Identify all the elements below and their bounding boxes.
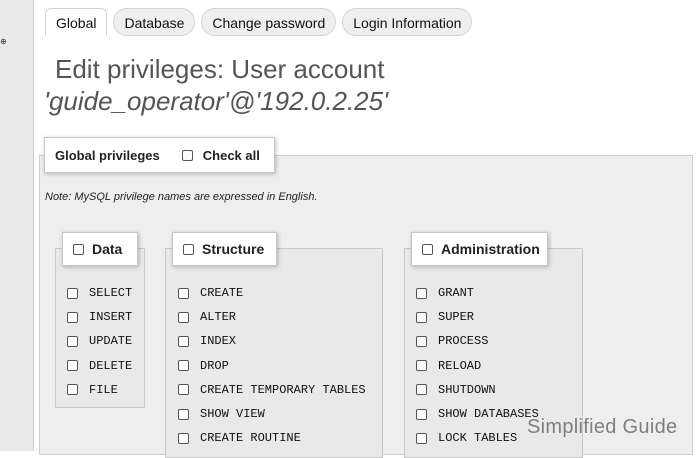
structure-group-checkbox[interactable]: [183, 243, 194, 255]
privilege-label: SHOW VIEW: [200, 407, 265, 422]
privilege-item[interactable]: DROP: [178, 354, 366, 378]
privilege-checkbox[interactable]: [67, 287, 78, 299]
privilege-checkbox[interactable]: [416, 360, 427, 372]
administration-group-legend[interactable]: Administration: [411, 232, 548, 266]
privilege-label: SHUTDOWN: [438, 382, 496, 397]
privilege-label: SUPER: [438, 310, 475, 325]
structure-group-legend[interactable]: Structure: [172, 232, 277, 266]
privilege-item[interactable]: FILE: [67, 378, 132, 402]
privilege-item[interactable]: SELECT: [67, 281, 132, 305]
privilege-checkbox[interactable]: [416, 432, 427, 444]
privilege-item[interactable]: UPDATE: [67, 329, 132, 353]
data-privilege-list: SELECT INSERT UPDATE DELETE FILE: [67, 281, 132, 402]
privilege-item[interactable]: SUPER: [416, 305, 539, 329]
administration-privilege-list: GRANT SUPER PROCESS RELOAD SHUTDOWN SHOW…: [416, 281, 539, 450]
privilege-label: DROP: [200, 358, 229, 373]
privilege-checkbox[interactable]: [416, 408, 427, 420]
data-group-legend[interactable]: Data: [62, 232, 138, 266]
privilege-checkbox[interactable]: [178, 408, 189, 420]
watermark: Simplified Guide: [527, 416, 678, 438]
privilege-note: Note: MySQL privilege names are expresse…: [45, 191, 318, 203]
privilege-checkbox[interactable]: [178, 384, 189, 396]
tab-database[interactable]: Database: [113, 8, 196, 36]
privilege-label: PROCESS: [438, 334, 489, 349]
tab-login-information[interactable]: Login Information: [342, 8, 473, 36]
structure-privilege-list: CREATE ALTER INDEX DROP CREATE TEMPORARY…: [178, 281, 366, 450]
privilege-label: FILE: [89, 382, 118, 397]
privilege-item[interactable]: SHUTDOWN: [416, 378, 539, 402]
privilege-item[interactable]: GRANT: [416, 281, 539, 305]
page-title: Edit privileges: User account: [55, 54, 385, 84]
privilege-item[interactable]: RELOAD: [416, 354, 539, 378]
privilege-checkbox[interactable]: [178, 335, 189, 347]
privilege-checkbox[interactable]: [67, 360, 78, 372]
tab-change-password[interactable]: Change password: [201, 8, 337, 36]
privilege-item[interactable]: INSERT: [67, 305, 132, 329]
privilege-checkbox[interactable]: [416, 384, 427, 396]
privilege-checkbox[interactable]: [178, 311, 189, 323]
privilege-checkbox[interactable]: [67, 311, 78, 323]
global-privileges-legend: Global privileges Check all: [44, 137, 275, 173]
privilege-item[interactable]: CREATE ROUTINE: [178, 426, 366, 450]
page-title-account: 'guide_operator'@'192.0.2.25': [44, 86, 389, 116]
administration-group-label: Administration: [441, 241, 540, 257]
check-all-control[interactable]: Check all: [181, 148, 260, 163]
data-group-checkbox[interactable]: [73, 243, 84, 255]
privilege-item[interactable]: SHOW DATABASES: [416, 402, 539, 426]
privilege-item[interactable]: LOCK TABLES: [416, 426, 539, 450]
global-privileges-label: Global privileges: [55, 147, 160, 163]
privilege-label: ALTER: [200, 310, 237, 325]
data-group-label: Data: [92, 241, 123, 257]
tab-global[interactable]: Global: [45, 8, 108, 36]
administration-group-checkbox[interactable]: [422, 243, 433, 255]
privilege-item[interactable]: SHOW VIEW: [178, 402, 366, 426]
privilege-item[interactable]: CREATE: [178, 281, 366, 305]
privilege-label: LOCK TABLES: [438, 431, 518, 446]
check-all-label[interactable]: Check all: [203, 148, 260, 163]
privilege-label: CREATE TEMPORARY TABLES: [200, 382, 366, 397]
privilege-checkbox[interactable]: [67, 335, 78, 347]
link-icon[interactable]: ⊕: [0, 38, 8, 46]
privilege-item[interactable]: DELETE: [67, 354, 132, 378]
privilege-label: GRANT: [438, 286, 475, 301]
privilege-checkbox[interactable]: [67, 384, 78, 396]
privilege-label: SELECT: [89, 286, 133, 301]
privilege-checkbox[interactable]: [416, 287, 427, 299]
privilege-item[interactable]: INDEX: [178, 329, 366, 353]
privilege-checkbox[interactable]: [178, 432, 189, 444]
privilege-checkbox[interactable]: [416, 335, 427, 347]
privilege-item[interactable]: CREATE TEMPORARY TABLES: [178, 378, 366, 402]
privilege-label: SHOW DATABASES: [438, 407, 539, 422]
privilege-checkbox[interactable]: [416, 311, 427, 323]
privilege-label: UPDATE: [89, 334, 133, 349]
tab-bar: Global Database Change password Login In…: [45, 8, 473, 36]
check-all-checkbox[interactable]: [181, 149, 193, 161]
privilege-label: RELOAD: [438, 358, 482, 373]
privilege-item[interactable]: PROCESS: [416, 329, 539, 353]
privilege-item[interactable]: ALTER: [178, 305, 366, 329]
privilege-label: INSERT: [89, 310, 133, 325]
privilege-checkbox[interactable]: [178, 360, 189, 372]
left-sidebar-strip: ⊕: [0, 0, 34, 451]
structure-group-label: Structure: [202, 241, 265, 257]
privilege-label: INDEX: [200, 334, 237, 349]
privilege-checkbox[interactable]: [178, 287, 189, 299]
privilege-label: DELETE: [89, 358, 133, 373]
privilege-label: CREATE: [200, 286, 244, 301]
privilege-label: CREATE ROUTINE: [200, 431, 301, 446]
